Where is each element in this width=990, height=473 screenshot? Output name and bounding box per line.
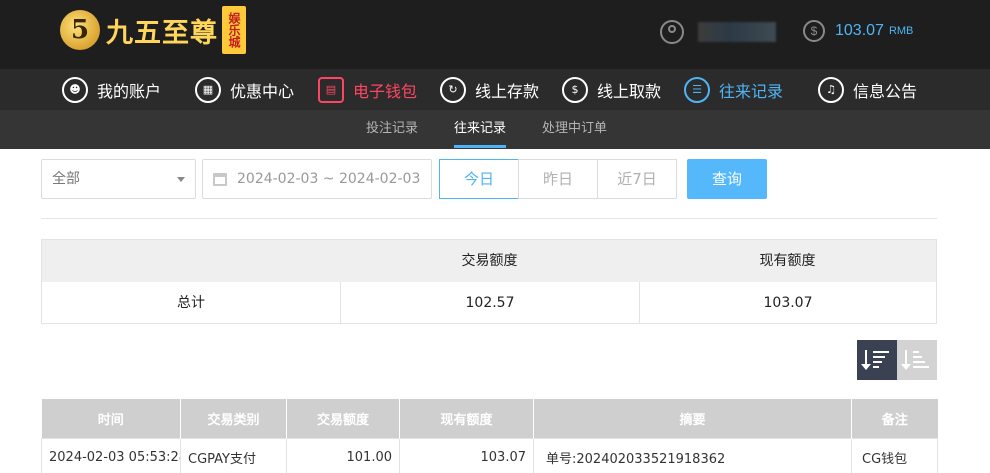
- bell-icon: ♫: [818, 76, 844, 103]
- type-select-value: 全部: [52, 171, 80, 187]
- nav-item-label: 往来记录: [719, 81, 784, 101]
- date-range-input[interactable]: 2024-02-03 ~ 2024-02-03: [202, 159, 432, 199]
- username-masked: [698, 22, 776, 42]
- column-header-summary[interactable]: 摘要: [533, 399, 852, 438]
- withdraw-icon: $: [562, 76, 588, 103]
- nav-item-records[interactable]: ☰ 往来记录: [684, 69, 783, 110]
- summary-table: 交易额度 现有额度 总计 102.57 103.07: [41, 239, 937, 324]
- sort-descending-button[interactable]: [857, 340, 897, 380]
- records-table: 时间 交易类别 交易额度 现有额度 摘要 备注 2024-02-03 05:53…: [41, 399, 938, 473]
- cell-time: 2024-02-03 05:53:28: [41, 437, 181, 473]
- tab-pending-orders[interactable]: 处理中订单: [542, 110, 607, 149]
- calendar-icon: [213, 173, 227, 186]
- records-icon: ☰: [684, 76, 710, 103]
- column-header-type[interactable]: 交易类别: [180, 399, 287, 438]
- summary-row: 总计 102.57 103.07: [42, 282, 936, 324]
- chevron-down-icon: [177, 177, 185, 182]
- column-header-balance[interactable]: 现有额度: [399, 399, 534, 438]
- nav-item-e-wallet[interactable]: ▤ 电子钱包: [318, 69, 417, 110]
- nav-item-my-account[interactable]: ☻ 我的账户: [62, 69, 161, 110]
- gift-icon: ▦: [195, 76, 221, 103]
- nav-item-label: 线上取款: [597, 81, 662, 101]
- deposit-icon: ↻: [440, 76, 466, 103]
- nav-item-label: 优惠中心: [230, 81, 295, 101]
- today-button[interactable]: 今日: [439, 159, 519, 199]
- nav-item-announcements[interactable]: ♫ 信息公告: [818, 69, 917, 110]
- nav-item-label: 电子钱包: [353, 81, 418, 101]
- summary-header-cell: [42, 240, 340, 282]
- user-info[interactable]: [660, 20, 776, 44]
- query-button[interactable]: 查询: [687, 159, 767, 199]
- dollar-icon: $: [803, 20, 825, 42]
- main-nav: ☻ 我的账户 ▦ 优惠中心 ▤ 电子钱包 ↻ 线上存款 $ 线上取款 ☰ 往来记…: [0, 69, 990, 110]
- summary-header: 交易额度 现有额度: [42, 240, 936, 282]
- logo-tag: 娱乐城: [222, 6, 246, 54]
- wallet-icon: ▤: [318, 76, 344, 103]
- cell-amount: 101.00: [286, 437, 400, 473]
- cell-type: CGPAY支付: [180, 437, 287, 473]
- nav-item-promotions[interactable]: ▦ 优惠中心: [195, 69, 294, 110]
- nav-item-deposit[interactable]: ↻ 线上存款: [440, 69, 539, 110]
- date-range-value: 2024-02-03 ~ 2024-02-03: [237, 171, 421, 187]
- cell-summary: 单号:202402033521918362: [533, 437, 852, 473]
- yesterday-button[interactable]: 昨日: [518, 159, 598, 199]
- nav-item-label: 信息公告: [853, 81, 918, 101]
- summary-header-cell: 交易额度: [461, 253, 518, 269]
- logo-badge: 5: [60, 10, 100, 50]
- top-bar: 5 九五至尊 娱乐城 $ 103.07 RMB: [0, 0, 990, 69]
- user-avatar-icon: [660, 20, 684, 44]
- table-row[interactable]: 2024-02-03 05:53:28 CGPAY支付 101.00 103.0…: [41, 437, 938, 473]
- column-header-remark[interactable]: 备注: [851, 399, 938, 438]
- balance-value: 103.07: [835, 22, 884, 39]
- sub-nav: 投注记录 往来记录 处理中订单: [0, 110, 990, 149]
- logo[interactable]: 5 九五至尊 娱乐城: [60, 6, 246, 54]
- tab-transaction-records[interactable]: 往来记录: [454, 110, 507, 149]
- summary-current-balance: 103.07: [639, 282, 936, 324]
- tab-bet-records[interactable]: 投注记录: [366, 110, 418, 149]
- divider: [41, 218, 937, 219]
- column-header-amount[interactable]: 交易额度: [286, 399, 400, 438]
- summary-transaction-amount: 102.57: [340, 282, 639, 324]
- last-7-days-button[interactable]: 近7日: [597, 159, 677, 199]
- cell-balance: 103.07: [399, 437, 534, 473]
- balance-info: $ 103.07 RMB: [803, 20, 913, 42]
- cell-remark: CG钱包: [851, 437, 938, 473]
- table-header-row: 时间 交易类别 交易额度 现有额度 摘要 备注: [41, 399, 938, 438]
- summary-header-cell: 现有额度: [759, 253, 816, 269]
- balance-currency: RMB: [888, 25, 914, 37]
- nav-item-withdraw[interactable]: $ 线上取款: [562, 69, 661, 110]
- nav-item-label: 线上存款: [475, 81, 540, 101]
- logo-name: 九五至尊: [106, 17, 218, 49]
- column-header-time[interactable]: 时间: [41, 399, 181, 438]
- sort-ascending-button[interactable]: [897, 340, 937, 380]
- summary-total-label: 总计: [177, 295, 205, 311]
- user-icon: ☻: [62, 76, 88, 103]
- type-select[interactable]: 全部: [41, 159, 196, 199]
- nav-item-label: 我的账户: [97, 81, 162, 101]
